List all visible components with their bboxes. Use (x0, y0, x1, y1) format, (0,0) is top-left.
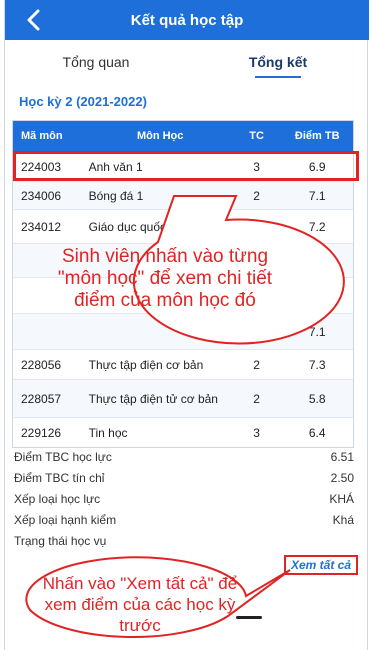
highlight-box-row (13, 151, 359, 181)
home-indicator (236, 616, 262, 619)
app-header: Kết quả học tập (5, 0, 369, 40)
course-score: 5.4 (308, 253, 326, 268)
course-name: Giáo dục quốc phòng (88, 219, 203, 234)
table-row[interactable]: 234012 Giáo dục quốc phòng 5 7.2 (13, 209, 353, 243)
table-row[interactable]: 228057 Thực tập điện tử cơ bản 2 5.8 (13, 379, 353, 417)
header-course: Môn Học (136, 130, 184, 142)
callout-see-all-text: Nhấn vào "Xem tất cả" để xem điểm của cá… (42, 574, 238, 635)
table-row[interactable]: 229126 Tin học 3 6.4 (13, 417, 353, 447)
course-score: 7.1 (308, 188, 326, 203)
summary-value: Khá (332, 512, 354, 527)
course-name: Bóng đá 1 (88, 188, 144, 203)
see-all-link[interactable]: Xem tất cả (284, 555, 358, 575)
course-code: 228057 (21, 391, 62, 406)
summary-row: Trạng thái học vụ (14, 530, 354, 551)
course-name: Tin học (88, 425, 128, 440)
tab-overview[interactable]: Tổng quan (5, 40, 187, 84)
course-name: Thực tập điện tử cơ bản (88, 391, 218, 406)
header-code: Mã môn (21, 130, 63, 142)
page-title: Kết quả học tập (130, 11, 244, 29)
summary-label: Điểm TBC tín chỉ (14, 470, 105, 485)
course-name: Thực tập điện cơ bản (88, 357, 204, 372)
tab-bar: Tổng quan Tổng kết (5, 40, 369, 84)
course-score: 6.4 (308, 425, 326, 440)
course-score: 7.1 (308, 324, 326, 339)
summary-label: Xếp loại học lực (14, 491, 101, 506)
summary-value: 6.51 (330, 449, 354, 464)
course-code: 229126 (21, 425, 62, 440)
table-row[interactable]: 234006 Bóng đá 1 2 7.1 (13, 181, 353, 209)
course-credits: 2 (253, 188, 260, 203)
header-score: Điểm TB (294, 130, 340, 142)
course-code: 234006 (21, 188, 62, 203)
summary-label: Trạng thái học vụ (14, 533, 107, 548)
course-code: 228056 (21, 357, 62, 372)
summary-value: KHÁ (329, 491, 354, 506)
course-code: 234012 (21, 219, 62, 234)
summary-value: 2.50 (330, 470, 354, 485)
header-credits: TC (249, 130, 264, 142)
course-score: 6.5 (308, 288, 326, 303)
back-icon[interactable] (19, 6, 47, 34)
table-header: Mã môn Môn Học TC Điểm TB (13, 121, 353, 151)
table-row[interactable]: 7.1 (13, 313, 353, 349)
summary-row: Điểm TBC học lực 6.51 (14, 446, 354, 467)
callout-course-text: Sinh viên nhấn vào từng "môn học" để xem… (57, 246, 273, 311)
tab-summary[interactable]: Tổng kết (187, 40, 369, 84)
summary-section: Điểm TBC học lực 6.51 Điểm TBC tín chỉ 2… (14, 446, 354, 551)
summary-row: Xếp loại hạnh kiểm Khá (14, 509, 354, 530)
summary-label: Xếp loại hạnh kiểm (14, 512, 117, 527)
course-credits: 2 (253, 357, 260, 372)
course-score: 5.8 (308, 391, 326, 406)
semester-title: Học kỳ 2 (2021-2022) (19, 94, 147, 109)
summary-row: Xếp loại học lực KHÁ (14, 488, 354, 509)
course-credits: 5 (253, 219, 260, 234)
course-credits: 3 (253, 425, 260, 440)
course-credits: 2 (253, 391, 260, 406)
summary-row: Điểm TBC tín chỉ 2.50 (14, 467, 354, 488)
table-row[interactable]: 228056 Thực tập điện cơ bản 2 7.3 (13, 349, 353, 379)
course-score: 7.3 (308, 357, 326, 372)
course-score: 7.2 (308, 219, 326, 234)
summary-label: Điểm TBC học lực (14, 449, 112, 464)
